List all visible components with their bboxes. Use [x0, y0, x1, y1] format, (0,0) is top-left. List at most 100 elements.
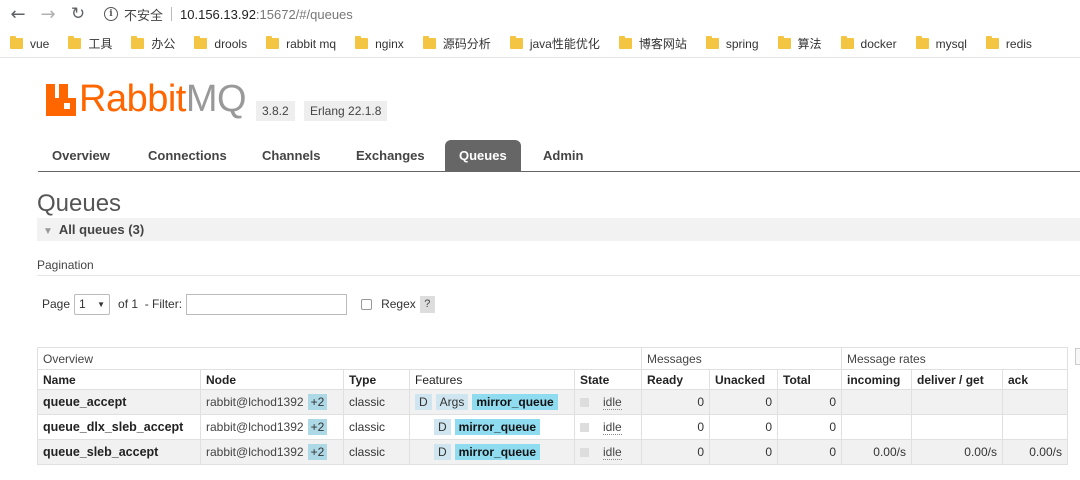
col-deliver-get[interactable]: deliver / get [911, 369, 1003, 390]
bookmark-label: mysql [935, 36, 967, 51]
policy-badge[interactable]: mirror_queue [472, 394, 558, 410]
bookmark-item[interactable]: java性能优化 [509, 35, 600, 52]
tab-exchanges[interactable]: Exchanges [342, 140, 439, 171]
bookmark-item[interactable]: drools [194, 36, 248, 51]
forward-arrow-icon[interactable]: → [36, 2, 60, 26]
policy-badge[interactable]: mirror_queue [454, 444, 541, 460]
info-icon[interactable]: i [104, 7, 118, 21]
logo-text-rabbit: Rabbit [79, 78, 186, 120]
table-column-header: Name Node Type Features State Ready Unac… [37, 369, 1068, 390]
bookmark-item[interactable]: 博客网站 [618, 35, 687, 52]
tab-queues[interactable]: Queues [445, 140, 521, 171]
regex-checkbox[interactable] [361, 298, 373, 310]
queue-name-link[interactable]: queue_accept [37, 389, 201, 415]
bookmark-item[interactable]: nginx [355, 36, 404, 51]
table-scroll-handle[interactable] [1075, 348, 1080, 365]
folder-icon [68, 36, 82, 49]
main-nav-tabs: Overview Connections Channels Exchanges … [38, 140, 1080, 172]
bookmark-label: 博客网站 [638, 37, 687, 51]
bookmark-label: 办公 [151, 37, 176, 51]
group-message-rates: Message rates [841, 347, 1068, 370]
col-node[interactable]: Node [200, 369, 344, 390]
deliver-rate: 0.00/s [911, 439, 1003, 465]
col-ready[interactable]: Ready [641, 369, 710, 390]
mirror-count-badge: +2 [307, 419, 328, 435]
bookmark-item[interactable]: 源码分析 [422, 35, 491, 52]
bookmark-item[interactable]: redis [985, 36, 1032, 51]
col-features[interactable]: Features [409, 369, 575, 390]
help-icon[interactable]: ? [419, 295, 435, 313]
page-select[interactable]: 1 ▼ [74, 293, 111, 315]
col-name[interactable]: Name [37, 369, 201, 390]
bookmark-item[interactable]: rabbit mq [266, 36, 336, 51]
reload-icon[interactable]: ↻ [66, 2, 90, 26]
col-type[interactable]: Type [343, 369, 410, 390]
ready-count: 0 [641, 389, 710, 415]
tab-overview[interactable]: Overview [38, 140, 124, 171]
url-host: 10.156.13.92 [180, 6, 256, 22]
table-group-header: Overview Messages Message rates [37, 347, 1068, 370]
queue-name[interactable]: queue_dlx_sleb_accept [43, 420, 183, 434]
filter-row: Page 1 ▼ of 1 - Filter: Regex ? [42, 292, 435, 316]
rabbitmq-logo[interactable]: RabbitMQ [46, 80, 247, 118]
bookmark-item[interactable]: spring [705, 36, 759, 51]
queue-name[interactable]: queue_accept [43, 395, 126, 409]
queue-name[interactable]: queue_sleb_accept [43, 445, 158, 459]
filter-input[interactable] [186, 293, 348, 315]
bookmark-item[interactable]: docker [840, 36, 897, 51]
logo-text-mq: MQ [185, 78, 247, 120]
address-divider [171, 7, 173, 21]
page-of-label: of 1 [118, 297, 139, 311]
address-bar[interactable]: i 不安全 10.156.13.92:15672/#/queues [104, 4, 353, 24]
regex-label: Regex [381, 297, 416, 311]
state-label: idle [603, 445, 622, 460]
tab-channels[interactable]: Channels [248, 140, 335, 171]
pagination-label: Pagination [37, 258, 94, 272]
tab-admin[interactable]: Admin [529, 140, 597, 171]
queue-name-link[interactable]: queue_dlx_sleb_accept [37, 414, 201, 440]
total-count: 0 [777, 439, 842, 465]
node-name: rabbit@lchod1392 [206, 395, 304, 409]
filter-label: - Filter: [144, 297, 183, 311]
tab-connections[interactable]: Connections [134, 140, 241, 171]
folder-icon [10, 36, 23, 49]
back-arrow-icon[interactable]: ← [6, 2, 30, 26]
browser-toolbar: ← → ↻ i 不安全 10.156.13.92:15672/#/queues [0, 0, 1080, 28]
col-unacked[interactable]: Unacked [709, 369, 778, 390]
bookmark-label: java性能优化 [529, 37, 600, 51]
bookmark-label: drools [214, 36, 248, 51]
url-path: :15672/#/queues [255, 6, 353, 22]
all-queues-section-toggle[interactable]: ▼ All queues (3) [37, 218, 1080, 241]
group-messages: Messages [641, 347, 842, 370]
unacked-count: 0 [709, 414, 778, 440]
features-cell: D Args mirror_queue [409, 389, 575, 415]
bookmark-item[interactable]: mysql [915, 36, 967, 51]
collapse-triangle-icon: ▼ [43, 226, 53, 237]
col-state[interactable]: State [574, 369, 642, 390]
table-row[interactable]: queue_accept rabbit@lchod1392 +2 classic … [37, 389, 1068, 415]
state-label: idle [603, 395, 622, 410]
bookmark-item[interactable]: 工具 [68, 35, 112, 52]
table-row[interactable]: queue_sleb_accept rabbit@lchod1392 +2 cla… [37, 439, 1068, 465]
col-total[interactable]: Total [777, 369, 842, 390]
features-cell: Dmirror_queue [409, 439, 575, 465]
state-indicator-icon [580, 448, 589, 458]
col-incoming[interactable]: incoming [841, 369, 912, 390]
durable-badge: D [415, 394, 432, 410]
bookmark-label: 源码分析 [442, 37, 491, 51]
folder-icon [355, 36, 369, 49]
features-cell: Dmirror_queue [409, 414, 575, 440]
col-ack[interactable]: ack [1002, 369, 1068, 390]
folder-icon [509, 36, 523, 49]
bookmark-item[interactable]: 办公 [131, 35, 175, 52]
bookmark-item[interactable]: 算法 [777, 35, 822, 52]
policy-badge[interactable]: mirror_queue [454, 419, 541, 435]
bookmark-item[interactable]: vue [10, 36, 49, 51]
incoming-rate [841, 414, 912, 440]
state-indicator-icon [580, 423, 589, 433]
queue-name-link[interactable]: queue_sleb_accept [37, 439, 201, 465]
ack-rate: 0.00/s [1002, 439, 1068, 465]
table-row[interactable]: queue_dlx_sleb_accept rabbit@lchod1392 +2… [37, 414, 1068, 440]
folder-icon [422, 36, 436, 49]
total-count: 0 [777, 389, 842, 415]
